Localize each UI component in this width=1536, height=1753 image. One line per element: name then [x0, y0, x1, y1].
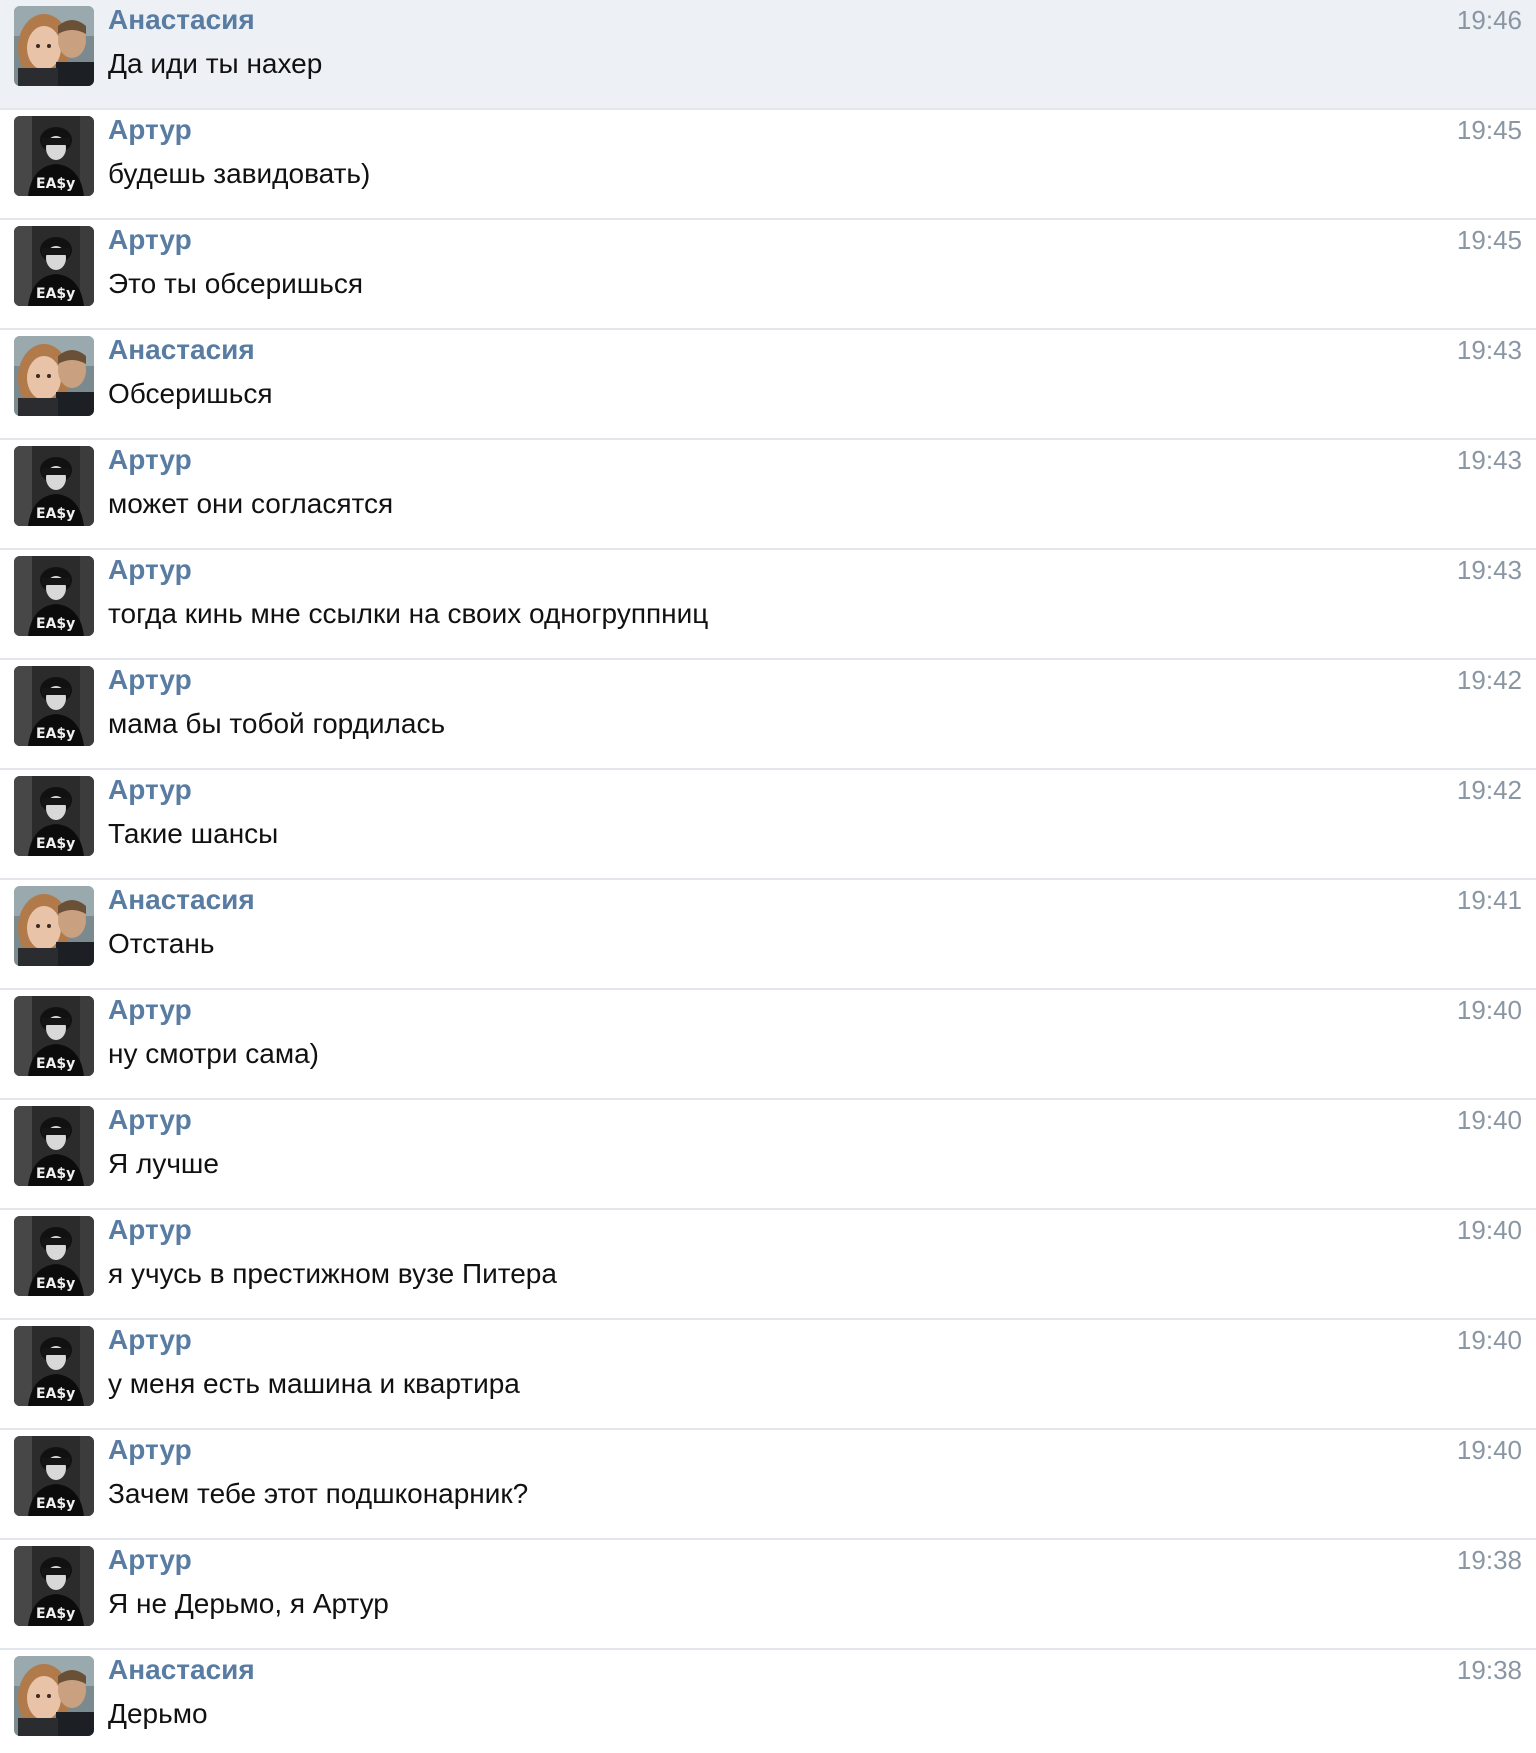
svg-text:EA$y: EA$y — [36, 1166, 75, 1182]
anastasia-avatar[interactable] — [14, 6, 94, 86]
message-text: Обсеришься — [108, 378, 273, 409]
message-row[interactable]: EA$y Артур Такие шансы 19:42 — [0, 770, 1536, 880]
message-time: 19:40 — [1456, 1105, 1522, 1135]
artur-avatar[interactable]: EA$y — [14, 776, 94, 856]
sender-name[interactable]: Артур — [108, 442, 192, 478]
svg-text:EA$y: EA$y — [36, 836, 75, 852]
message-time: 19:45 — [1456, 115, 1522, 145]
message-text: Отстань — [108, 928, 215, 959]
sender-name[interactable]: Артур — [108, 772, 192, 808]
message-time: 19:46 — [1456, 5, 1522, 35]
message-time: 19:42 — [1456, 775, 1522, 805]
message-time: 19:40 — [1456, 1435, 1522, 1465]
sender-name[interactable]: Анастасия — [108, 2, 255, 38]
message-time: 19:43 — [1456, 335, 1522, 365]
sender-name[interactable]: Анастасия — [108, 1652, 255, 1688]
svg-text:EA$y: EA$y — [36, 1606, 75, 1622]
artur-avatar[interactable]: EA$y — [14, 1436, 94, 1516]
message-row[interactable]: EA$y Артур будешь завидовать) 19:45 — [0, 110, 1536, 220]
message-row[interactable]: EA$y Артур я учусь в престижном вузе Пите… — [0, 1210, 1536, 1320]
message-text: Я не Дерьмо, я Артур — [108, 1588, 389, 1619]
svg-text:EA$y: EA$y — [36, 506, 75, 522]
artur-avatar[interactable]: EA$y — [14, 1216, 94, 1296]
message-list: Анастасия Да иди ты нахер 19:46 EA$y Артур… — [0, 0, 1536, 1753]
message-text: мама бы тобой гордилась — [108, 708, 446, 739]
message-text: Я лучше — [108, 1148, 219, 1179]
message-row[interactable]: EA$y Артур ну смотри сама) 19:40 — [0, 990, 1536, 1100]
anastasia-avatar[interactable] — [14, 336, 94, 416]
anastasia-avatar[interactable] — [14, 1656, 94, 1736]
svg-text:EA$y: EA$y — [36, 726, 75, 742]
message-text: Это ты обсеришься — [108, 268, 364, 299]
svg-text:EA$y: EA$y — [36, 1056, 75, 1072]
svg-text:EA$y: EA$y — [36, 1386, 75, 1402]
message-row[interactable]: Анастасия Обсеришься 19:43 — [0, 330, 1536, 440]
message-time: 19:40 — [1456, 1325, 1522, 1355]
message-row[interactable]: EA$y Артур Зачем тебе этот подшконарник? 1… — [0, 1430, 1536, 1540]
message-row[interactable]: Анастасия Да иди ты нахер 19:46 — [0, 0, 1536, 110]
sender-name[interactable]: Артур — [108, 992, 192, 1028]
message-text: у меня есть машина и квартира — [108, 1368, 520, 1399]
svg-text:EA$y: EA$y — [36, 1496, 75, 1512]
message-time: 19:38 — [1456, 1545, 1522, 1575]
message-row[interactable]: EA$y Артур Я не Дерьмо, я Артур 19:38 — [0, 1540, 1536, 1650]
anastasia-avatar[interactable] — [14, 886, 94, 966]
message-text: Такие шансы — [108, 818, 279, 849]
message-time: 19:42 — [1456, 665, 1522, 695]
message-time: 19:43 — [1456, 555, 1522, 585]
message-row[interactable]: EA$y Артур Я лучше 19:40 — [0, 1100, 1536, 1210]
sender-name[interactable]: Анастасия — [108, 882, 255, 918]
sender-name[interactable]: Артур — [108, 112, 192, 148]
sender-name[interactable]: Артур — [108, 552, 192, 588]
sender-name[interactable]: Артур — [108, 1102, 192, 1138]
sender-name[interactable]: Артур — [108, 1322, 192, 1358]
message-text: Дерьмо — [108, 1698, 208, 1729]
artur-avatar[interactable]: EA$y — [14, 666, 94, 746]
message-row[interactable]: EA$y Артур Это ты обсеришься 19:45 — [0, 220, 1536, 330]
message-time: 19:45 — [1456, 225, 1522, 255]
sender-name[interactable]: Артур — [108, 1432, 192, 1468]
artur-avatar[interactable]: EA$y — [14, 116, 94, 196]
sender-name[interactable]: Анастасия — [108, 332, 255, 368]
svg-text:EA$y: EA$y — [36, 176, 75, 192]
artur-avatar[interactable]: EA$y — [14, 446, 94, 526]
message-text: может они согласятся — [108, 488, 394, 519]
message-text: Да иди ты нахер — [108, 48, 323, 79]
sender-name[interactable]: Артур — [108, 222, 192, 258]
message-time: 19:40 — [1456, 1215, 1522, 1245]
message-time: 19:43 — [1456, 445, 1522, 475]
svg-text:EA$y: EA$y — [36, 286, 75, 302]
svg-text:EA$y: EA$y — [36, 616, 75, 632]
message-time: 19:40 — [1456, 995, 1522, 1025]
svg-text:EA$y: EA$y — [36, 1276, 75, 1292]
message-row[interactable]: Анастасия Дерьмо 19:38 — [0, 1650, 1536, 1753]
message-text: тогда кинь мне ссылки на своих одногрупп… — [108, 598, 709, 629]
sender-name[interactable]: Артур — [108, 662, 192, 698]
message-row[interactable]: EA$y Артур у меня есть машина и квартира 1… — [0, 1320, 1536, 1430]
message-row[interactable]: EA$y Артур тогда кинь мне ссылки на своих… — [0, 550, 1536, 660]
message-time: 19:41 — [1456, 885, 1522, 915]
sender-name[interactable]: Артур — [108, 1212, 192, 1248]
sender-name[interactable]: Артур — [108, 1542, 192, 1578]
artur-avatar[interactable]: EA$y — [14, 556, 94, 636]
message-text: я учусь в престижном вузе Питера — [108, 1258, 557, 1289]
message-row[interactable]: EA$y Артур может они согласятся 19:43 — [0, 440, 1536, 550]
message-text: Зачем тебе этот подшконарник? — [108, 1478, 529, 1509]
artur-avatar[interactable]: EA$y — [14, 1326, 94, 1406]
message-text: ну смотри сама) — [108, 1038, 319, 1069]
artur-avatar[interactable]: EA$y — [14, 1106, 94, 1186]
artur-avatar[interactable]: EA$y — [14, 1546, 94, 1626]
artur-avatar[interactable]: EA$y — [14, 226, 94, 306]
message-time: 19:38 — [1456, 1655, 1522, 1685]
artur-avatar[interactable]: EA$y — [14, 996, 94, 1076]
message-row[interactable]: Анастасия Отстань 19:41 — [0, 880, 1536, 990]
message-row[interactable]: EA$y Артур мама бы тобой гордилась 19:42 — [0, 660, 1536, 770]
message-text: будешь завидовать) — [108, 158, 371, 189]
